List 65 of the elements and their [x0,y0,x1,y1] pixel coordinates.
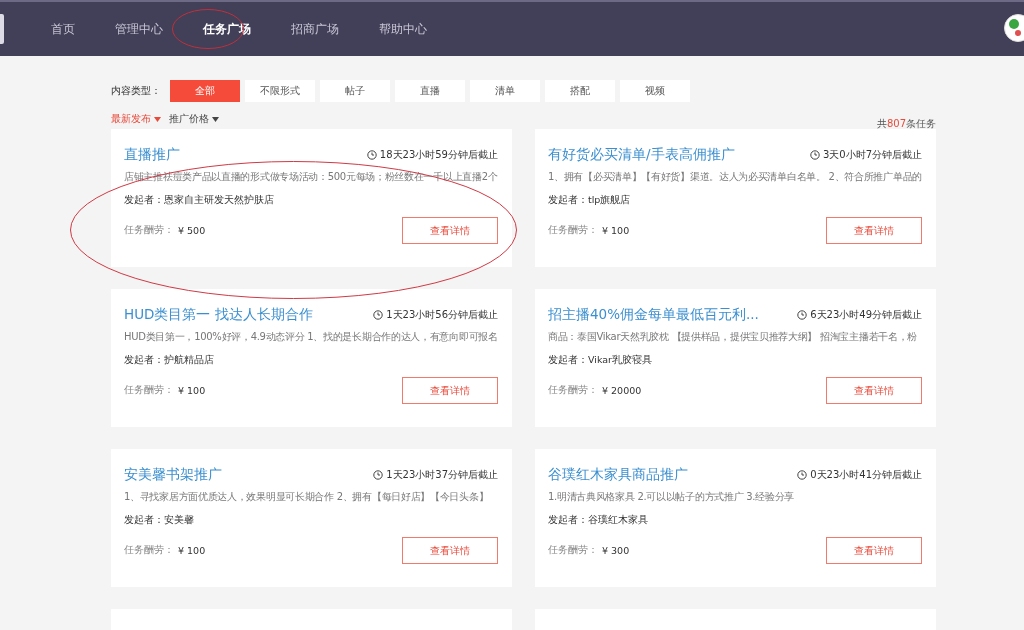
clock-icon [797,310,808,320]
clock-icon [373,310,384,320]
sort-option[interactable]: 最新发布 [111,112,161,126]
task-title[interactable]: HUD类目第一 找达人长期合作 [124,306,313,324]
task-description: HUD类目第一，100%好评，4.9动态评分 1、找的是长期合作的达人，有意向即可报名 [124,330,498,344]
task-description: 1、寻找家居方面优质达人，效果明显可长期合作 2、拥有【每日好店】【今日头条】 [124,490,490,504]
reward-label: 任务酬劳： [124,224,174,237]
deadline-text: 0天23小时41分钟后截止 [797,468,922,482]
reward-amount: ¥ 300 [602,545,630,556]
sort-option[interactable]: 推广价格 [169,112,219,126]
reward-amount: ¥ 500 [178,225,206,236]
reward-label: 任务酬劳： [548,224,598,237]
deadline-text: 18天23小时59分钟后截止 [366,148,498,162]
task-description: 1、拥有【必买清单】【有好货】渠道。达人为必买清单白名单。 2、符合所推广单品的 [548,170,922,184]
filter-option[interactable]: 不限形式 [245,80,315,102]
reward-amount: ¥ 100 [602,225,630,236]
publisher-text: 发起者：Vikar乳胶寝具 [548,354,653,367]
details-button[interactable]: 查看详情 [402,217,498,244]
task-title[interactable]: 安美馨书架推广 [124,466,222,484]
deadline-text: 1天23小时37分钟后截止 [373,468,498,482]
clock-icon [366,150,377,160]
reward-label: 任务酬劳： [124,384,174,397]
nav-link[interactable]: 任务广场 [192,20,262,38]
details-button[interactable]: 查看详情 [402,537,498,564]
task-title[interactable]: 有好货必买清单/手表高佣推广 [548,146,735,164]
clock-icon [809,150,820,160]
filter-option[interactable]: 视频 [620,80,690,102]
reward-amount: ¥ 100 [178,545,206,556]
filter-option[interactable]: 全部 [170,80,240,102]
filter-option[interactable]: 直播 [395,80,465,102]
caret-icon [154,116,161,122]
filter-option[interactable]: 清单 [470,80,540,102]
reward-amount: ¥ 100 [178,385,206,396]
filter-option[interactable]: 帖子 [320,80,390,102]
details-button[interactable]: 查看详情 [826,537,922,564]
filter-label: 内容类型： [111,84,161,98]
publisher-text: 发起者：恩家自主研发天然护肤店 [124,194,275,207]
reward-label: 任务酬劳： [124,544,174,557]
filter-option[interactable]: 搭配 [545,80,615,102]
publisher-text: 发起者：谷璞红木家具 [548,514,649,527]
task-description: 商品：泰国Vikar天然乳胶枕 【提供样品，提供宝贝推荐大纲】 招淘宝主播若干名，粉 [548,330,918,344]
nav-link[interactable]: 首页 [40,20,86,38]
details-button[interactable]: 查看详情 [402,377,498,404]
reward-amount: ¥ 20000 [602,385,642,396]
deadline-text: 1天23小时56分钟后截止 [373,308,498,322]
deadline-text: 6天23小时49分钟后截止 [797,308,922,322]
caret-icon [212,116,219,122]
nav-link[interactable]: 帮助中心 [368,20,438,38]
task-description: 1.明清古典风格家具 2.可以以帖子的方式推广 3.经验分享 [548,490,795,504]
publisher-text: 发起者：护航精品店 [124,354,215,367]
nav-link[interactable]: 管理中心 [104,20,174,38]
deadline-text: 3天0小时7分钟后截止 [809,148,922,162]
task-title[interactable]: 谷璞红木家具商品推广 [548,466,688,484]
clock-icon [797,470,808,480]
task-title[interactable]: 招主播40%佣金每单最低百元利... [548,306,759,324]
clock-icon [373,470,384,480]
details-button[interactable]: 查看详情 [826,377,922,404]
reward-label: 任务酬劳： [548,384,598,397]
nav-link[interactable]: 招商广场 [280,20,350,38]
publisher-text: 发起者：tlp旗舰店 [548,194,632,207]
details-button[interactable]: 查看详情 [826,217,922,244]
publisher-text: 发起者：安美馨 [124,514,195,527]
avatar-icon[interactable] [1004,14,1024,42]
task-title[interactable]: 直播推广 [124,146,180,164]
reward-label: 任务酬劳： [548,544,598,557]
